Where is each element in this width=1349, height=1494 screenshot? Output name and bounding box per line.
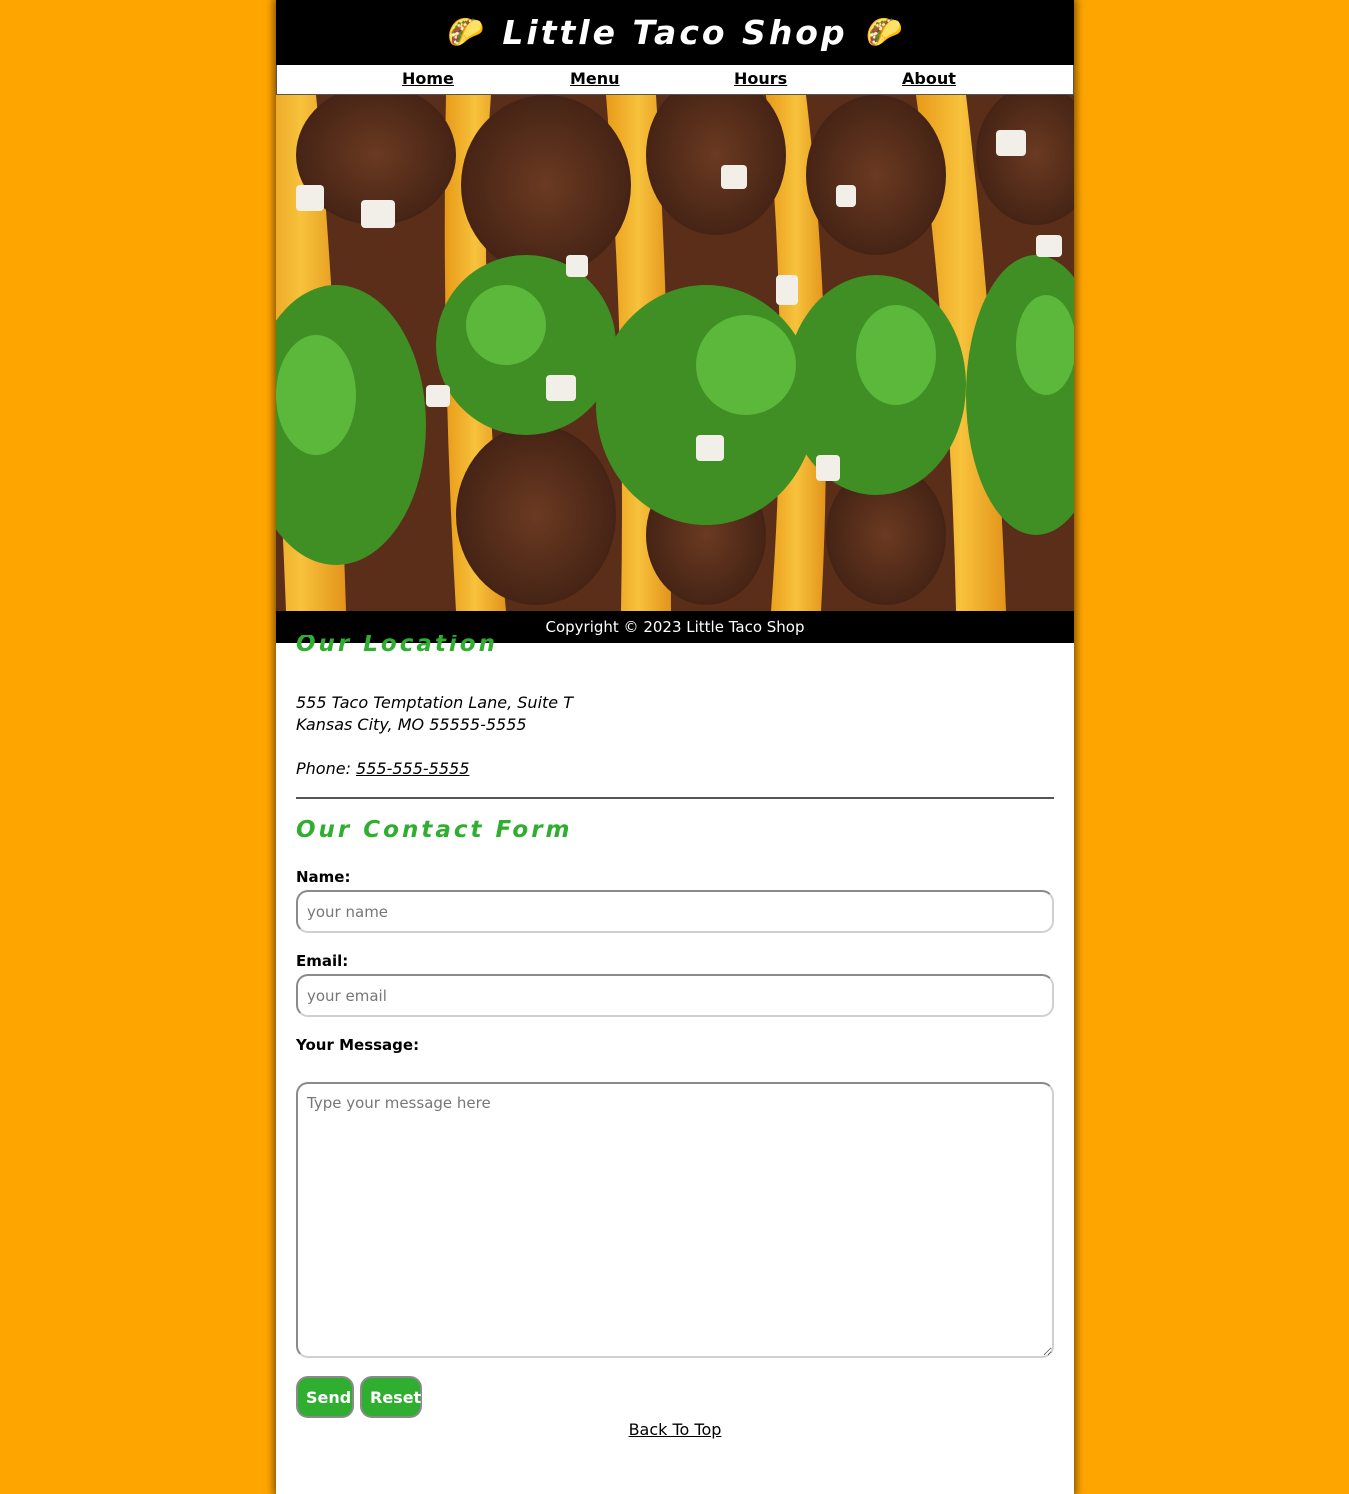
address-line-1: 555 Taco Temptation Lane, Suite T [296,693,573,712]
main-nav: Home Menu Hours About [276,65,1074,95]
nav-link-menu[interactable]: Menu [570,69,620,88]
message-label: Your Message: [296,1036,420,1054]
contact-form-title: Our Contact Form [296,817,573,843]
back-to-top-link[interactable]: Back To Top [629,1420,722,1439]
nav-link-about[interactable]: About [902,69,956,88]
name-label: Name: [296,868,351,886]
site-header: 🌮 Little Taco Shop 🌮 [276,0,1074,65]
send-button[interactable]: Send [296,1376,354,1418]
section-divider [296,797,1054,799]
phone-label: Phone: [296,759,357,778]
message-textarea[interactable] [296,1082,1054,1358]
taco-icon: 🌮 [865,14,903,50]
hero-image-tacos [276,95,1074,611]
location-title-wrapper: Our Location [296,635,498,657]
page-container: 🌮 Little Taco Shop 🌮 Home Menu Hours Abo… [276,0,1074,1494]
phone-line: Phone: 555-555-5555 [296,759,469,778]
phone-link[interactable]: 555-555-5555 [356,759,469,778]
site-title: Little Taco Shop [502,13,848,52]
reset-button[interactable]: Reset [360,1376,422,1418]
taco-icon: 🌮 [447,14,485,50]
location-title: Our Location [296,635,498,657]
email-label: Email: [296,952,349,970]
name-input[interactable] [296,890,1054,933]
nav-link-hours[interactable]: Hours [734,69,787,88]
copyright-text: Copyright © 2023 Little Taco Shop [545,618,805,636]
address-line-2: Kansas City, MO 55555-5555 [296,715,527,734]
nav-link-home[interactable]: Home [402,69,454,88]
back-to-top: Back To Top [296,1420,1054,1439]
email-input[interactable] [296,974,1054,1017]
